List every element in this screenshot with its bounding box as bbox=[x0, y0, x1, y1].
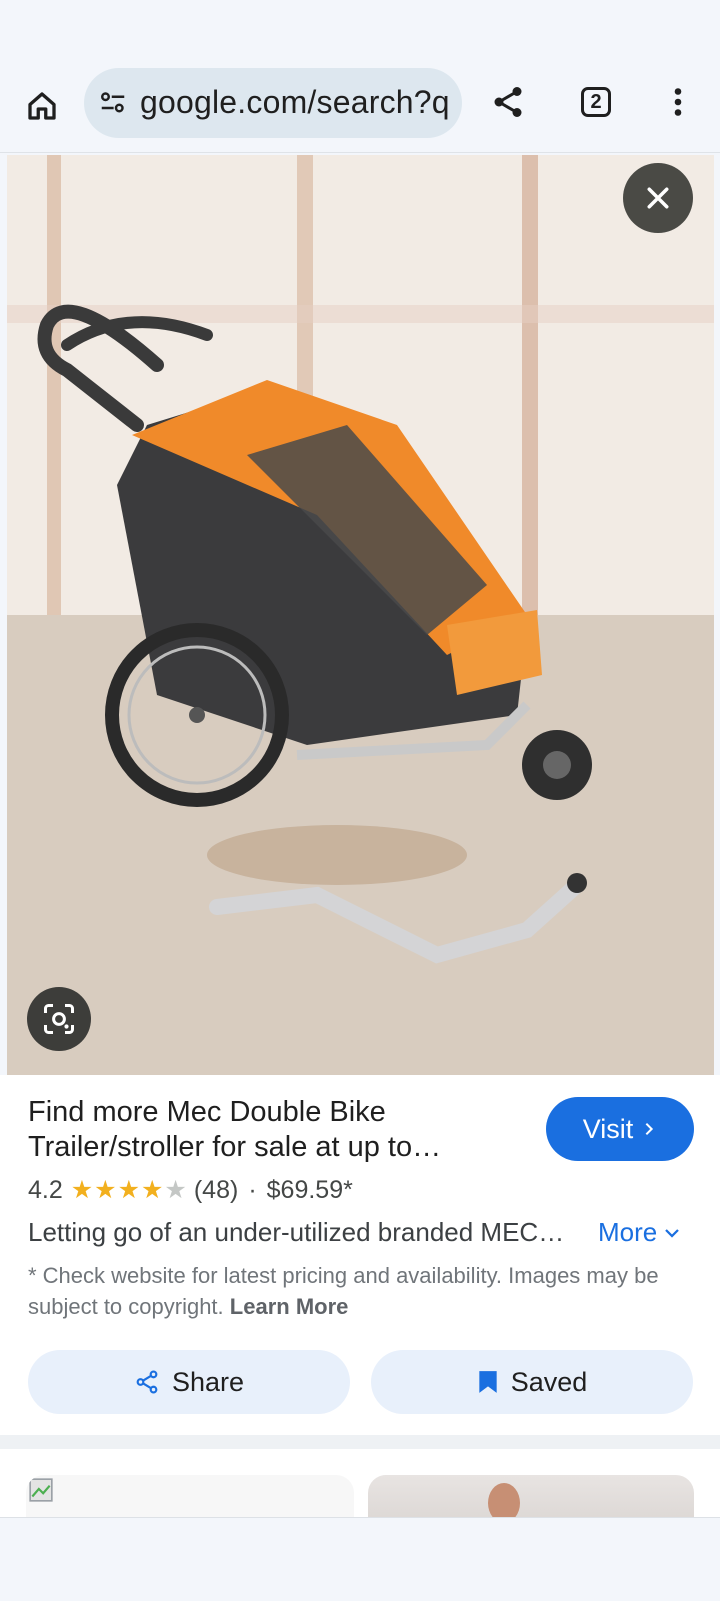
tune-icon[interactable] bbox=[98, 88, 130, 120]
share-icon[interactable] bbox=[486, 80, 530, 124]
saved-label: Saved bbox=[510, 1366, 588, 1397]
disclaimer: * Check website for latest pricing and a… bbox=[28, 1260, 698, 1322]
description-row: Letting go of an under-utilized branded … bbox=[28, 1217, 698, 1248]
status-bar bbox=[0, 0, 720, 64]
product-image[interactable] bbox=[7, 155, 714, 1075]
url-text[interactable]: google.com/search?q bbox=[140, 84, 450, 121]
related-card[interactable] bbox=[368, 1475, 694, 1517]
star-rating: ★★★★★ bbox=[70, 1176, 188, 1204]
saved-button[interactable]: Saved bbox=[371, 1350, 693, 1414]
chevron-right-icon bbox=[645, 1122, 654, 1136]
visit-button[interactable]: Visit bbox=[546, 1097, 694, 1161]
lens-button[interactable] bbox=[27, 987, 91, 1051]
section-divider bbox=[0, 1435, 720, 1449]
system-navigation-bar bbox=[0, 1517, 720, 1601]
result-details: Find more Mec Double Bike Trailer/stroll… bbox=[0, 1075, 720, 1435]
share-button[interactable]: Share bbox=[28, 1350, 350, 1414]
related-card[interactable] bbox=[26, 1475, 354, 1517]
share-icon bbox=[136, 1370, 158, 1394]
close-icon bbox=[647, 187, 669, 209]
chevron-down-icon bbox=[665, 1228, 680, 1238]
address-bar[interactable]: google.com/search?q bbox=[84, 68, 462, 138]
broken-image-icon bbox=[29, 1478, 53, 1502]
more-label: More bbox=[598, 1217, 658, 1247]
tabs-icon[interactable]: 2 bbox=[574, 80, 618, 124]
learn-more-link[interactable]: Learn More bbox=[230, 1294, 349, 1319]
bookmark-icon bbox=[479, 1371, 497, 1393]
result-title[interactable]: Find more Mec Double Bike Trailer/stroll… bbox=[28, 1095, 518, 1165]
bike-trailer-illustration bbox=[7, 155, 714, 1075]
related-thumbnail bbox=[488, 1483, 520, 1517]
price: $69.59* bbox=[266, 1175, 353, 1204]
rating-value: 4.2 bbox=[28, 1175, 63, 1204]
browser-toolbar: google.com/search?q 2 bbox=[0, 64, 720, 153]
description: Letting go of an under-utilized branded … bbox=[28, 1217, 565, 1247]
more-vert-icon[interactable] bbox=[656, 80, 700, 124]
lens-icon bbox=[44, 1004, 74, 1034]
review-count: (48) bbox=[193, 1175, 239, 1204]
tab-count: 2 bbox=[590, 90, 602, 113]
share-label: Share bbox=[171, 1366, 245, 1397]
home-icon[interactable] bbox=[20, 84, 64, 128]
separator: · bbox=[248, 1175, 257, 1204]
close-button[interactable] bbox=[623, 163, 693, 233]
more-button[interactable]: More bbox=[598, 1217, 681, 1248]
visit-label: Visit bbox=[582, 1113, 634, 1144]
rating-row: 4.2 ★★★★★ (48) · $69.59* bbox=[28, 1175, 353, 1205]
related-results bbox=[0, 1449, 720, 1517]
